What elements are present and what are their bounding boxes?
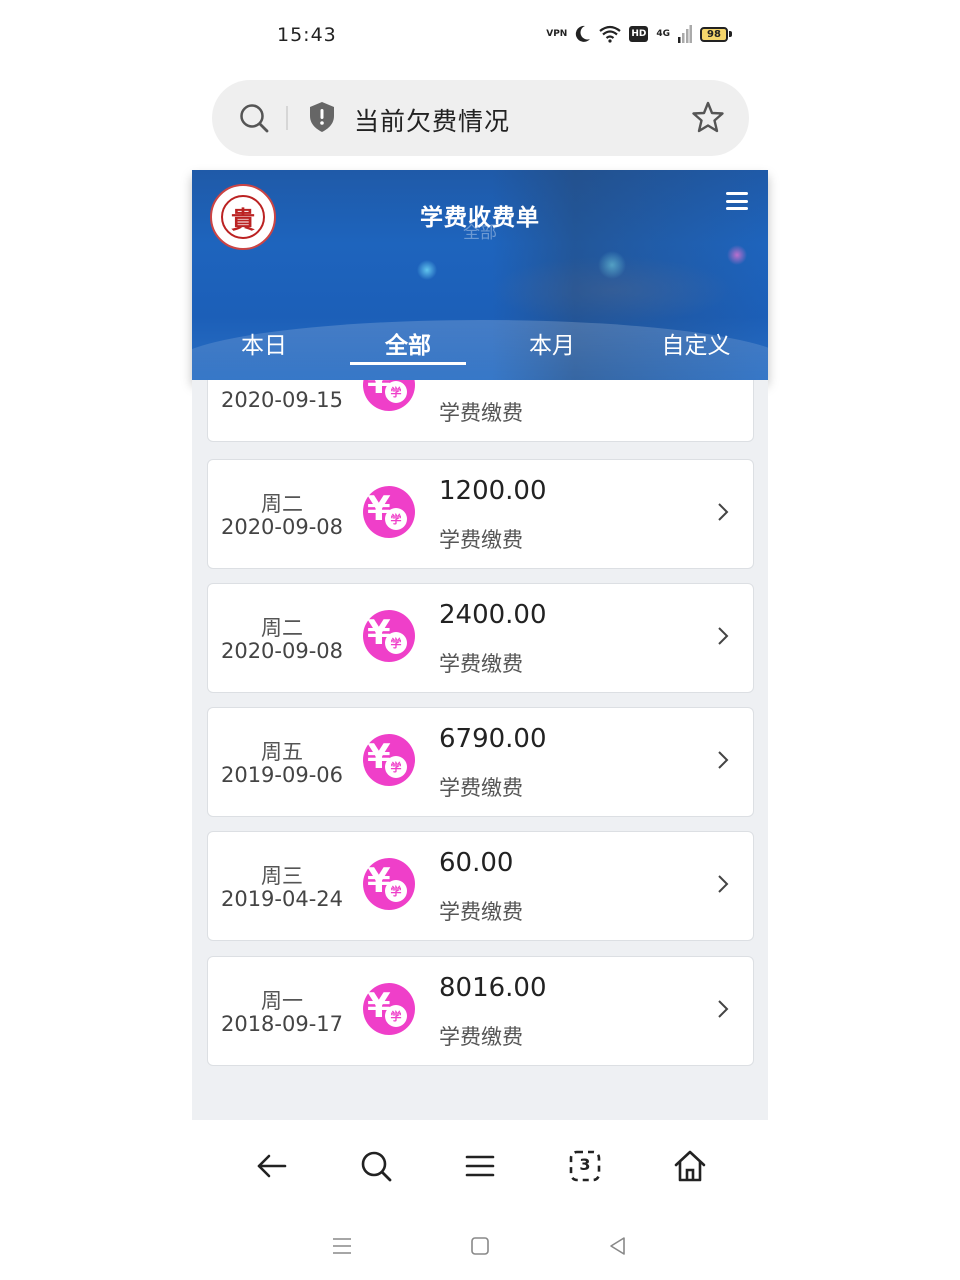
menu-icon[interactable] xyxy=(462,1148,498,1184)
battery-icon: 98 xyxy=(700,26,732,42)
list-item[interactable]: 周二 2020-09-08 ¥ 学 2400.00 学费缴费 xyxy=(207,583,754,693)
list-item[interactable]: 周二 2020-09-08 ¥ 学 1200.00 学费缴费 xyxy=(207,459,754,569)
record-amount: 6790.00 xyxy=(439,724,547,754)
chevron-right-icon[interactable] xyxy=(715,997,731,1021)
record-amount: 1200.00 xyxy=(439,476,547,506)
phone-screen: 15:43 VPN HD 4G 98 当前欠费情况 貴 全部 学费收费单 本日 … xyxy=(192,0,768,1280)
page: 15:43 VPN HD 4G 98 当前欠费情况 貴 全部 学费收费单 本日 … xyxy=(0,0,960,1280)
tab-count: 3 xyxy=(579,1155,591,1174)
tuition-yen-icon: ¥ 学 xyxy=(363,486,415,538)
record-amount: 2400.00 xyxy=(439,600,547,630)
search-icon[interactable] xyxy=(238,102,270,134)
record-amount: 8016.00 xyxy=(439,973,547,1003)
record-description: 学费缴费 xyxy=(439,528,523,552)
record-date: 2018-09-17 xyxy=(220,1012,344,1036)
address-divider xyxy=(286,106,288,130)
tuition-yen-icon: ¥ 学 xyxy=(363,734,415,786)
record-description: 学费缴费 xyxy=(439,776,523,800)
back-arrow-icon[interactable] xyxy=(254,1148,290,1184)
signal-icon xyxy=(678,22,692,46)
address-bar[interactable]: 当前欠费情况 xyxy=(212,80,749,156)
status-bar: 15:43 VPN HD 4G 98 xyxy=(192,0,768,72)
payment-list: 2020-09-15 ¥ 学 学费缴费 周二 2020-09-08 ¥ 学 1200… xyxy=(192,380,768,1120)
record-date: 2020-09-08 xyxy=(220,515,344,539)
menu-icon[interactable] xyxy=(726,192,748,210)
browser-toolbar: 3 xyxy=(192,1120,768,1210)
chevron-right-icon[interactable] xyxy=(715,872,731,896)
system-nav-bar xyxy=(192,1210,768,1280)
hd-icon: HD xyxy=(629,26,649,42)
record-weekday: 周五 xyxy=(261,740,303,764)
list-item[interactable]: 周五 2019-09-06 ¥ 学 6790.00 学费缴费 xyxy=(207,707,754,817)
page-title[interactable]: 当前欠费情况 xyxy=(354,102,510,138)
shield-icon[interactable] xyxy=(308,101,336,133)
list-item[interactable]: 周一 2018-09-17 ¥ 学 8016.00 学费缴费 xyxy=(207,956,754,1066)
header-title: 学费收费单 xyxy=(420,205,540,231)
record-description: 学费缴费 xyxy=(439,900,523,924)
chevron-right-icon[interactable] xyxy=(715,624,731,648)
wifi-icon xyxy=(599,22,622,46)
list-item[interactable]: 2020-09-15 ¥ 学 学费缴费 xyxy=(207,380,754,442)
search-icon[interactable] xyxy=(358,1148,394,1184)
record-description: 学费缴费 xyxy=(439,652,523,676)
home-square-icon[interactable] xyxy=(468,1234,492,1258)
tuition-yen-icon: ¥ 学 xyxy=(363,380,415,411)
home-icon[interactable] xyxy=(672,1148,708,1184)
record-weekday: 周二 xyxy=(261,492,303,516)
tab-this-month[interactable]: 本月 xyxy=(502,326,602,378)
tuition-yen-icon: ¥ 学 xyxy=(363,858,415,910)
record-date: 2019-09-06 xyxy=(220,763,344,787)
moon-icon xyxy=(575,22,591,46)
chevron-right-icon[interactable] xyxy=(715,500,731,524)
header-banner: 貴 全部 学费收费单 本日 全部 本月 自定义 xyxy=(192,170,768,380)
active-tab-indicator xyxy=(350,362,466,365)
record-date: 2019-04-24 xyxy=(220,887,344,911)
status-icons: VPN HD 4G 98 xyxy=(546,22,732,46)
list-item[interactable]: 周三 2019-04-24 ¥ 学 60.00 学费缴费 xyxy=(207,831,754,941)
battery-level: 98 xyxy=(700,26,728,42)
tab-custom[interactable]: 自定义 xyxy=(646,326,746,378)
record-date: 2020-09-08 xyxy=(220,639,344,663)
record-date: 2020-09-15 xyxy=(220,388,344,412)
back-triangle-icon[interactable] xyxy=(606,1234,630,1258)
star-icon[interactable] xyxy=(691,100,725,134)
record-description: 学费缴费 xyxy=(439,401,523,425)
chevron-right-icon[interactable] xyxy=(715,748,731,772)
tuition-yen-icon: ¥ 学 xyxy=(363,610,415,662)
recent-apps-icon[interactable] xyxy=(330,1234,354,1258)
record-weekday: 周一 xyxy=(261,989,303,1013)
record-description: 学费缴费 xyxy=(439,1025,523,1049)
status-time: 15:43 xyxy=(277,24,337,46)
record-weekday: 周二 xyxy=(261,616,303,640)
vpn-icon: VPN xyxy=(546,29,568,39)
record-weekday: 周三 xyxy=(261,864,303,888)
record-amount: 60.00 xyxy=(439,848,514,878)
tab-today[interactable]: 本日 xyxy=(214,326,314,378)
tuition-yen-icon: ¥ 学 xyxy=(363,983,415,1035)
network-4g-icon: 4G xyxy=(656,29,670,39)
tab-all[interactable]: 全部 xyxy=(358,326,458,378)
tabs-icon[interactable]: 3 xyxy=(567,1148,603,1184)
